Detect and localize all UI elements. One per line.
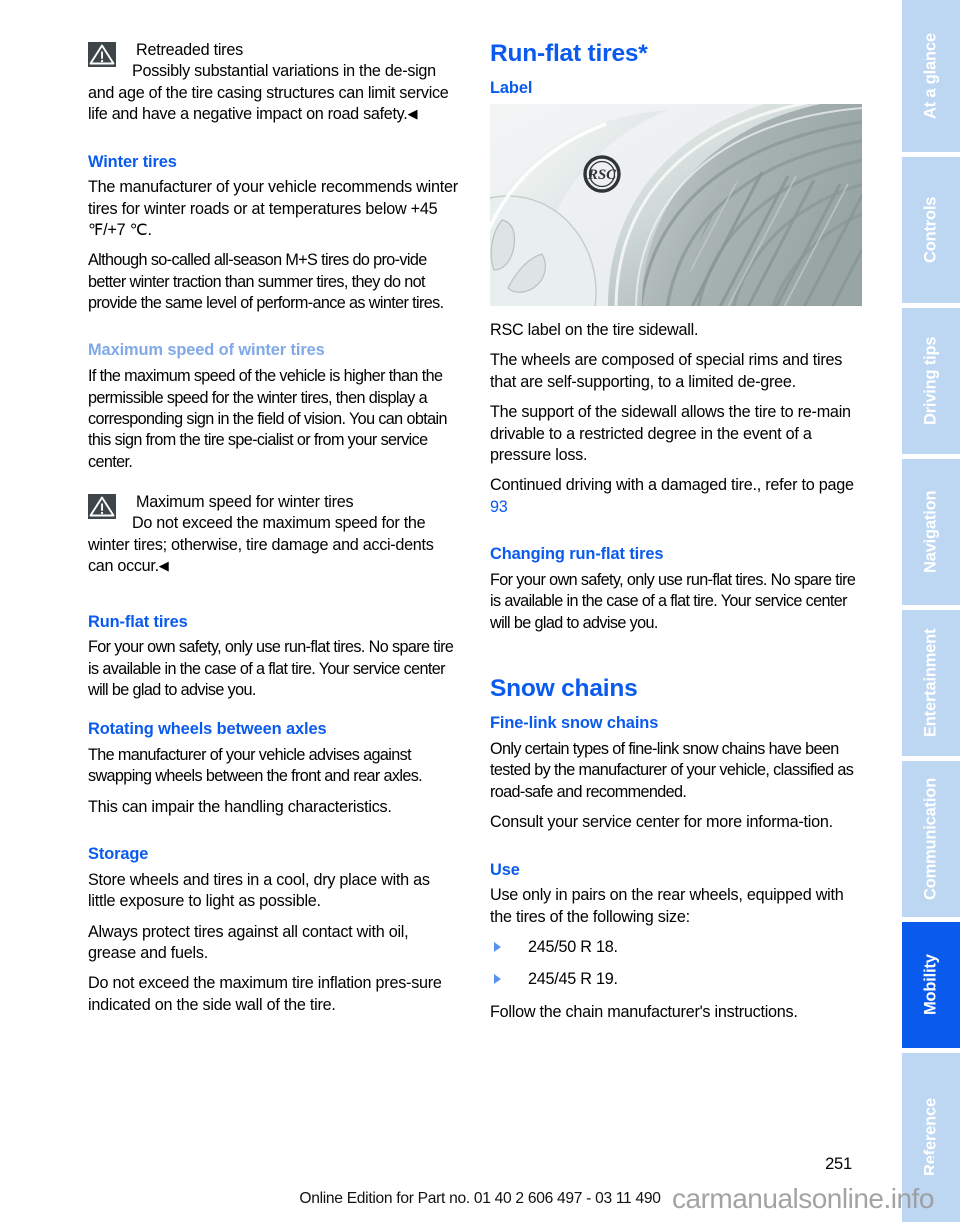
section-tab-rail: At a glance Controls Driving tips Naviga… [902,0,960,1222]
paragraph: This can impair the handling characteris… [88,797,392,816]
sidebar-tab-label: Controls [921,196,940,264]
left-column: Retreaded tires Possibly substantial var… [88,40,460,1025]
heading-run-flat-tires-main: Run-flat tires* [490,40,648,67]
paragraph: Store wheels and tires in a cool, dry pl… [88,870,430,911]
paragraph: The support of the sidewall allows the t… [490,403,851,464]
paragraph: The manufacturer of your vehicle recomme… [88,178,458,239]
warning-body: Do not exceed the maximum speed for the … [88,514,434,576]
warning-triangle-icon [88,494,116,519]
right-column: Run-flat tires* Label RSC RSC label on t… [490,40,862,1032]
paragraph: If the maximum speed of the vehicle is h… [88,367,447,471]
bullet-triangle-icon [494,974,501,985]
page-columns: Retreaded tires Possibly substantial var… [88,40,862,1130]
sidebar-tab-navigation[interactable]: Navigation [902,459,960,605]
end-of-warning-mark: ◀ [158,558,169,574]
sidebar-tab-label: Communication [921,777,940,901]
list-item-label: 245/50 R 18. [528,937,618,956]
paragraph: Consult your service center for more inf… [490,813,833,832]
sidebar-tab-label: Mobility [921,954,940,1016]
sidebar-tab-at-a-glance[interactable]: At a glance [902,0,960,152]
svg-text:RSC: RSC [587,167,617,183]
page-number: 251 [825,1155,852,1173]
sidebar-tab-label: Navigation [921,490,940,574]
heading-winter-tires: Winter tires [88,152,177,171]
sidebar-tab-communication[interactable]: Communication [902,761,960,917]
sidebar-tab-controls[interactable]: Controls [902,157,960,303]
paragraph: For your own safety, only use run-flat t… [490,570,856,632]
paragraph: The manufacturer of your vehicle advises… [88,746,423,786]
sidebar-tab-entertainment[interactable]: Entertainment [902,610,960,756]
heading-snow-chains-main: Snow chains [490,674,638,702]
heading-storage: Storage [88,845,149,864]
list-item: 245/45 R 19. [490,969,862,990]
heading-label: Label [490,79,533,98]
page-reference-link[interactable]: 93 [490,498,508,516]
paragraph: Do not exceed the maximum tire inflation… [88,974,442,1014]
end-of-warning-mark: ◀ [407,106,418,122]
sidebar-tab-label: At a glance [921,33,940,119]
sidebar-tab-mobility[interactable]: Mobility [902,922,960,1048]
heading-maximum-speed-winter-tires: Maximum speed of winter tires [88,341,325,360]
cross-reference-paragraph: Continued driving with a damaged tire., … [490,475,862,518]
paragraph: Although so-called all-season M+S tires … [88,251,444,313]
sidebar-tab-label: Driving tips [921,336,940,426]
warning-title: Maximum speed for winter tires [136,493,354,511]
paragraph: Always protect tires against all contact… [88,922,409,962]
warning-body: Possibly substantial variations in the d… [88,62,449,124]
sidebar-tab-driving-tips[interactable]: Driving tips [902,308,960,454]
tire-sidewall-rsc-label-illustration: RSC [490,104,862,307]
heading-use: Use [490,860,520,879]
warning-block-maximum-speed: Maximum speed for winter tires Do not ex… [88,492,460,578]
page-number-accent-bar [934,1152,943,1190]
paragraph: For your own safety, only use run-flat t… [88,638,454,699]
list-item: 245/50 R 18. [490,937,862,958]
heading-changing-run-flat-tires: Changing run-flat tires [490,545,664,564]
heading-rotating-wheels-between-axles: Rotating wheels between axles [88,720,327,739]
tire-size-list: 245/50 R 18. 245/45 R 19. [490,937,862,991]
manual-page: Retreaded tires Possibly substantial var… [0,0,960,1222]
heading-fine-link-snow-chains: Fine-link snow chains [490,714,659,733]
heading-run-flat-tires: Run-flat tires [88,612,188,631]
cross-reference-text: Continued driving with a damaged tire., … [490,476,854,495]
bullet-triangle-icon [494,941,501,952]
watermark: carmanualsonline.info [672,1183,934,1214]
paragraph: Only certain types of fine-link snow cha… [490,740,854,801]
warning-block-retreaded-tires: Retreaded tires Possibly substantial var… [88,40,460,126]
paragraph: Follow the chain manufacturer's instruct… [490,1002,798,1021]
paragraph: The wheels are composed of special rims … [490,351,843,391]
list-item-label: 245/45 R 19. [528,970,618,989]
warning-title: Retreaded tires [136,41,243,59]
paragraph: Use only in pairs on the rear wheels, eq… [490,886,844,926]
figure-caption: RSC label on the tire sidewall. [490,321,699,340]
sidebar-tab-label: Entertainment [921,628,940,738]
warning-triangle-icon [88,42,116,67]
